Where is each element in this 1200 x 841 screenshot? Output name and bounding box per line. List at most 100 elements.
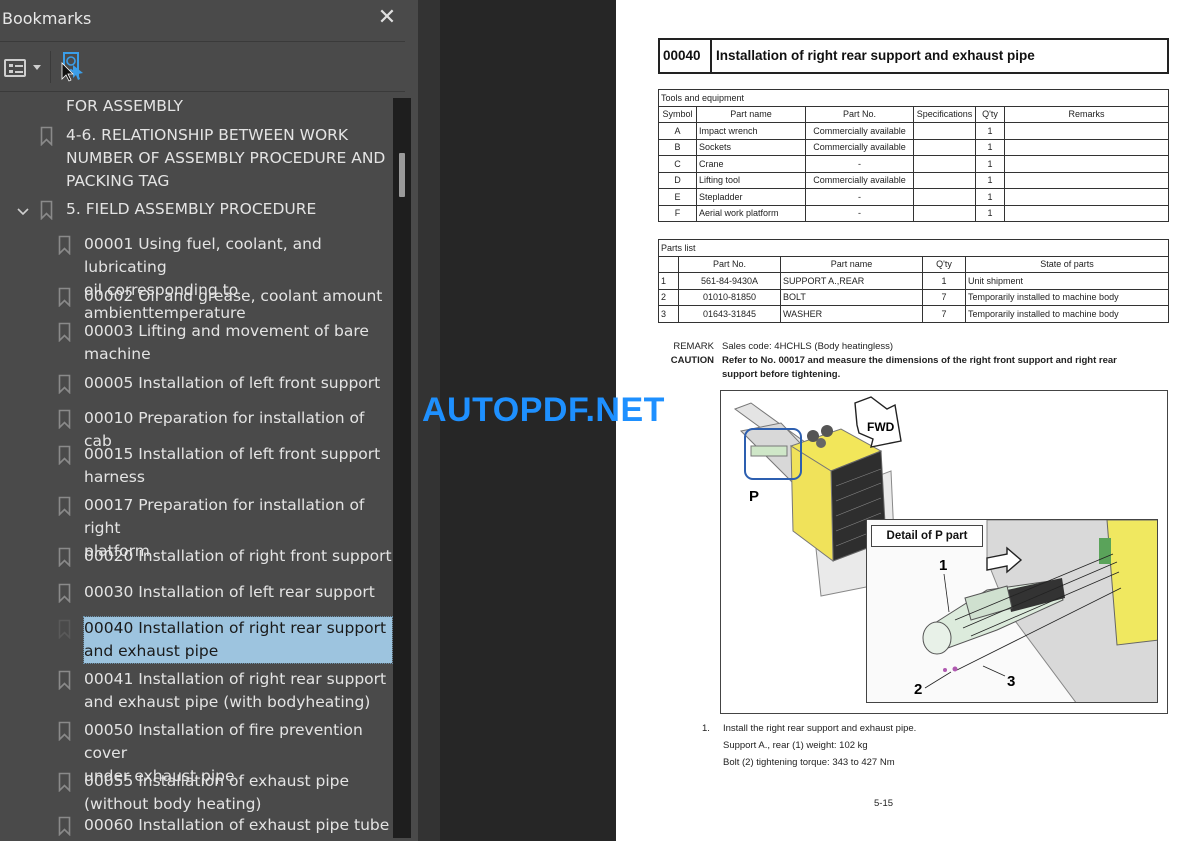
table-cell: 2 (658, 288, 679, 306)
table-cell: Unit shipment (965, 272, 1169, 290)
column-header (658, 255, 679, 273)
column-header: Part No. (805, 105, 914, 123)
step-number: 1. (702, 723, 710, 734)
table-cell: Lifting tool (696, 171, 806, 189)
table-cell: 1 (975, 188, 1005, 206)
column-header: State of parts (965, 255, 1169, 273)
tools-table-caption: Tools and equipment (658, 89, 1169, 107)
assembly-figure: P FWD 1 2 3 Detail of P part (720, 390, 1168, 714)
table-cell: - (805, 188, 914, 206)
column-header: Remarks (1004, 105, 1169, 123)
bookmarks-panel: Bookmarks ✕ FOR ASSEMBLY 4-6. RELATIONSH… (0, 0, 418, 841)
bookmark-tree: FOR ASSEMBLY 4-6. RELATIONSHIP BETWEEN WO… (0, 93, 393, 841)
chevron-down-icon[interactable] (16, 203, 30, 217)
bookmark-label-line: and exhaust pipe (84, 642, 219, 660)
bookmark-label-line: 00020 Installation of right front suppor… (84, 547, 392, 565)
bookmark-label: 00005 Installation of left front support (84, 372, 380, 395)
bookmark-label-line: FOR ASSEMBLY (66, 97, 183, 115)
bookmark-icon (58, 235, 71, 255)
table-row: B Sockets Commercially available 1 (658, 138, 1169, 156)
bookmark-label-line: 00017 Preparation for installation of ri… (84, 496, 365, 537)
bookmark-label-line: and exhaust pipe (with bodyheating) (84, 693, 371, 711)
table-cell: 1 (658, 272, 679, 290)
bookmarks-scrollbar[interactable] (393, 98, 411, 838)
step-detail: Bolt (2) tightening torque: 343 to 427 N… (723, 757, 895, 768)
bookmark-label: 00060 Installation of exhaust pipe tube (84, 814, 389, 837)
close-icon[interactable]: ✕ (375, 4, 399, 32)
column-header: Q'ty (975, 105, 1005, 123)
bookmark-icon (58, 772, 71, 792)
bookmark-label: 4-6. RELATIONSHIP BETWEEN WORK NUMBER OF … (66, 124, 385, 193)
table-cell: 1 (975, 138, 1005, 156)
table-cell (913, 138, 976, 156)
bookmark-label: 00041 Installation of right rear support… (84, 668, 386, 714)
table-cell: - (805, 155, 914, 173)
table-cell: Commercially available (805, 122, 914, 140)
bookmark-icon (58, 619, 71, 639)
tools-table: Tools and equipment Symbol Part name Part … (658, 89, 1169, 222)
scrollbar-thumb[interactable] (399, 153, 405, 197)
table-row: 3 01643-31845 WASHER 7 Temporarily installed… (658, 305, 1169, 323)
bookmark-label-line: 00002 Oil and grease, coolant amount (84, 287, 383, 305)
table-cell: A (658, 122, 697, 140)
table-cell (1004, 122, 1169, 140)
table-cell: Aerial work platform (696, 204, 806, 222)
table-row: E Stepladder - 1 (658, 188, 1169, 206)
bookmark-label-line: 00050 Installation of fire prevention co… (84, 721, 363, 762)
find-current-bookmark-icon[interactable] (60, 51, 88, 83)
pdf-viewer-app: Bookmarks ✕ FOR ASSEMBLY 4-6. RELATIONSH… (0, 0, 1200, 841)
bookmark-label: 5. FIELD ASSEMBLY PROCEDURE (66, 198, 316, 221)
table-row: D Lifting tool Commercially available 1 (658, 171, 1169, 189)
caution-note: CAUTION Refer to No. 00017 and measure t… (664, 354, 1117, 382)
column-header: Part name (780, 255, 923, 273)
bookmark-icon (40, 126, 53, 146)
table-cell: D (658, 171, 697, 189)
table-row: C Crane - 1 (658, 155, 1169, 173)
detail-illustration: 1 2 3 (914, 520, 1157, 702)
bookmark-label-line: 00003 Lifting and movement of bare (84, 322, 369, 340)
table-cell: Temporarily installed to machine body (965, 305, 1169, 323)
column-header: Q'ty (922, 255, 966, 273)
table-cell (1004, 171, 1169, 189)
notes: REMARK Sales code: 4HCHLS (Body heatingl… (664, 340, 1117, 382)
callout-3: 3 (1007, 673, 1015, 690)
remark-text: Sales code: 4HCHLS (Body heatingless) (722, 341, 894, 352)
table-row: A Impact wrench Commercially available 1 (658, 122, 1169, 140)
parts-table: Parts list Part No. Part name Q'ty State of… (658, 239, 1169, 323)
table-cell (1004, 155, 1169, 173)
bookmark-label-line: NUMBER OF ASSEMBLY PROCEDURE AND (66, 149, 386, 167)
bookmark-icon (58, 445, 71, 465)
table-cell: BOLT (780, 288, 923, 306)
bookmark-label: 00040 Installation of right rear support… (83, 616, 393, 664)
table-cell (913, 122, 976, 140)
p-label: P (749, 488, 759, 505)
callout-2: 2 (914, 681, 922, 698)
bookmark-label-line: 00001 Using fuel, coolant, and lubricati… (84, 235, 322, 276)
step-text: Install the right rear support and exhau… (723, 723, 917, 734)
bookmark-label-line: 00060 Installation of exhaust pipe tube (84, 816, 390, 834)
table-row: 2 01010-81850 BOLT 7 Temporarily installed t… (658, 288, 1169, 306)
bookmark-label-line: harness (84, 468, 145, 486)
list-options-icon[interactable] (2, 57, 44, 79)
remark-note: REMARK Sales code: 4HCHLS (Body heatingl… (664, 340, 1117, 354)
bookmark-icon (58, 287, 71, 307)
bookmark-icon (58, 496, 71, 516)
table-cell: Commercially available (805, 171, 914, 189)
table-cell: Impact wrench (696, 122, 806, 140)
bookmark-icon (58, 374, 71, 394)
watermark: AUTOPDF.NET (422, 391, 665, 429)
column-header: Part name (696, 105, 806, 123)
step-detail: Support A., rear (1) weight: 102 kg (723, 740, 868, 751)
caution-text-line: support before tightening. (722, 369, 841, 380)
bookmark-icon (58, 721, 71, 741)
column-header: Symbol (658, 105, 697, 123)
bookmark-label-line: 4-6. RELATIONSHIP BETWEEN WORK (66, 126, 349, 144)
column-header: Specifications (913, 105, 976, 123)
table-cell: - (805, 204, 914, 222)
table-cell (913, 171, 976, 189)
section-title: Installation of right rear support and e… (716, 48, 1035, 63)
caution-text-line: Refer to No. 00017 and measure the dimen… (722, 355, 1117, 366)
bookmark-label: 00055 Installation of exhaust pipe (witho… (84, 770, 349, 816)
table-cell (913, 155, 976, 173)
bookmark-label: 00003 Lifting and movement of bare machin… (84, 320, 369, 366)
